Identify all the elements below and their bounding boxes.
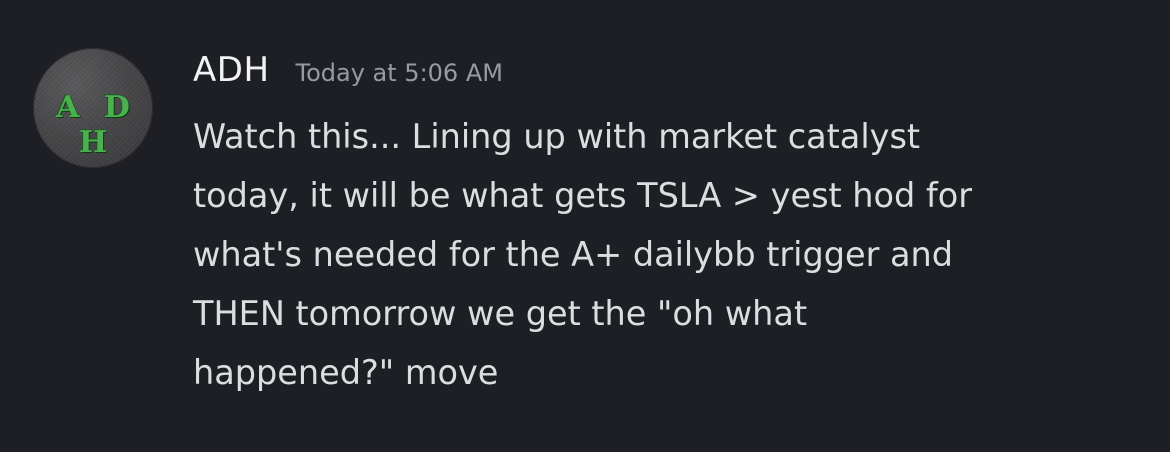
message-header: ADH Today at 5:06 AM bbox=[193, 50, 503, 92]
message-text-line: Watch this... Lining up with market cata… bbox=[193, 117, 921, 156]
user-avatar[interactable]: A D H bbox=[33, 48, 153, 168]
message-text-line: THEN tomorrow we get the "oh what bbox=[193, 294, 808, 333]
message-text-line: happened?" move bbox=[193, 353, 499, 392]
message-text-line: what's needed for the A+ dailybb trigger… bbox=[193, 235, 954, 274]
author-username[interactable]: ADH bbox=[193, 50, 270, 90]
avatar-initials: A D H bbox=[56, 90, 137, 160]
message-text-line: today, it will be what gets TSLA > yest … bbox=[193, 176, 973, 215]
message-timestamp[interactable]: Today at 5:06 AM bbox=[296, 59, 503, 87]
chat-message: A D H ADH Today at 5:06 AM Watch this...… bbox=[0, 0, 1170, 452]
message-content: Watch this... Lining up with market cata… bbox=[193, 107, 1143, 402]
